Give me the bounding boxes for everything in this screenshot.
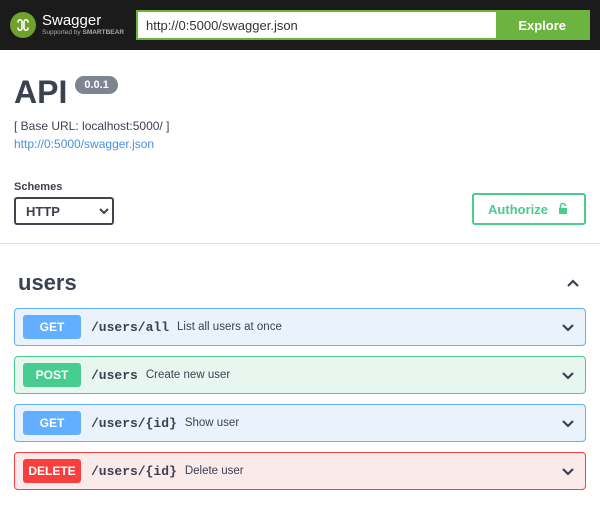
chevron-down-icon	[559, 414, 577, 432]
topbar: Swagger Supported by SMARTBEAR Explore	[0, 0, 600, 50]
tag-header[interactable]: users	[14, 264, 586, 308]
operations-list: GET/users/allList all users at oncePOST/…	[14, 308, 586, 490]
chevron-down-icon	[559, 366, 577, 384]
operation-path: /users/{id}	[91, 464, 177, 479]
operation-path: /users/all	[91, 320, 169, 335]
spec-url-input[interactable]	[138, 12, 496, 38]
operation-summary: Delete user	[185, 465, 244, 477]
swagger-logo: Swagger Supported by SMARTBEAR	[10, 12, 124, 38]
method-badge: DELETE	[23, 459, 81, 483]
tag-section-users: users GET/users/all List all users at onc…	[0, 244, 600, 516]
scheme-bar: Schemes HTTP Authorize	[0, 163, 600, 243]
authorize-label: Authorize	[488, 202, 548, 217]
operation-summary: List all users at once	[177, 321, 282, 333]
title-row: API 0.0.1	[14, 74, 586, 111]
base-url: [ Base URL: localhost:5000/ ]	[14, 119, 586, 133]
api-info: API 0.0.1 [ Base URL: localhost:5000/ ] …	[0, 50, 600, 163]
operation-row[interactable]: POST/users Create new user	[14, 356, 586, 394]
method-badge: GET	[23, 411, 81, 435]
url-bar: Explore	[136, 10, 590, 40]
schemes-select[interactable]: HTTP	[14, 197, 114, 225]
authorize-button[interactable]: Authorize	[472, 193, 586, 225]
version-badge: 0.0.1	[75, 76, 117, 94]
operation-summary: Show user	[185, 417, 239, 429]
operation-row[interactable]: GET/users/{id} Show user	[14, 404, 586, 442]
operation-row[interactable]: GET/users/all List all users at once	[14, 308, 586, 346]
operation-path: /users	[91, 368, 138, 383]
lock-icon	[556, 201, 570, 218]
schemes-label: Schemes	[14, 181, 114, 193]
brand-name: Swagger	[42, 13, 124, 28]
chevron-down-icon	[559, 318, 577, 336]
swagger-logo-icon	[10, 12, 36, 38]
tag-name: users	[18, 270, 77, 296]
operation-summary: Create new user	[146, 369, 230, 381]
api-title: API	[14, 74, 67, 111]
explore-button[interactable]: Explore	[496, 12, 588, 38]
swagger-logo-text: Swagger Supported by SMARTBEAR	[42, 13, 124, 37]
brand-subtitle: Supported by SMARTBEAR	[42, 30, 124, 37]
chevron-up-icon	[564, 274, 582, 292]
scheme-control: Schemes HTTP	[14, 181, 114, 225]
spec-link[interactable]: http://0:5000/swagger.json	[14, 137, 154, 151]
operation-row[interactable]: DELETE/users/{id} Delete user	[14, 452, 586, 490]
method-badge: GET	[23, 315, 81, 339]
method-badge: POST	[23, 363, 81, 387]
chevron-down-icon	[559, 462, 577, 480]
operation-path: /users/{id}	[91, 416, 177, 431]
